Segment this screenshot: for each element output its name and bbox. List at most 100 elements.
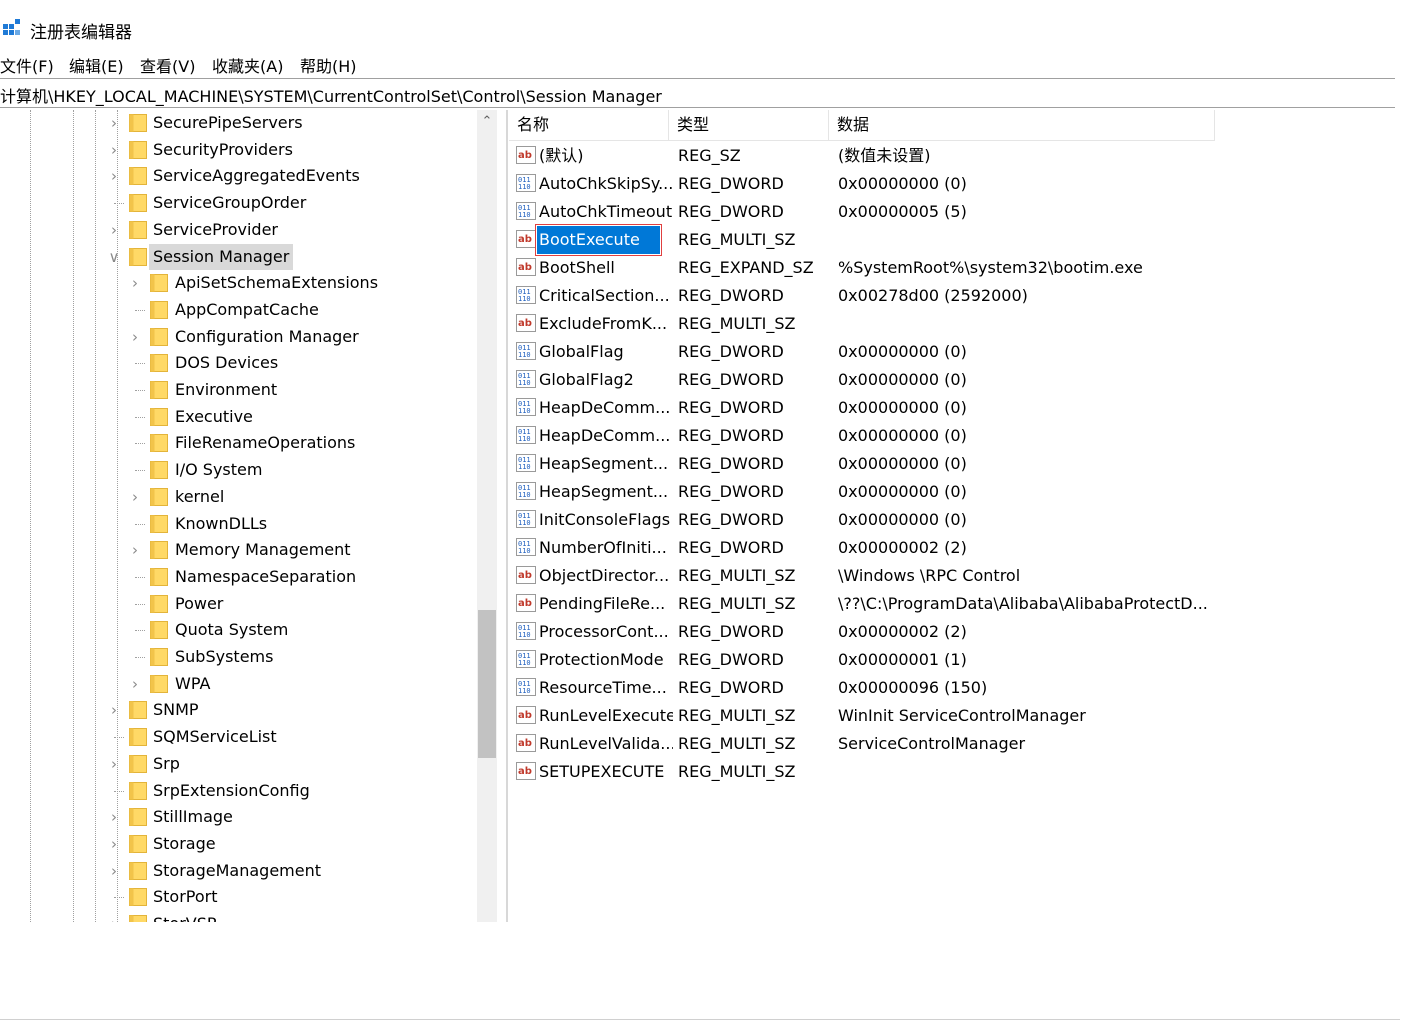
tree-item[interactable]: Environment [0,377,478,403]
menu-file[interactable]: 文件(F) [0,53,54,77]
menu-edit[interactable]: 编辑(E) [69,53,124,77]
tree-item-label[interactable]: Session Manager [149,243,294,270]
chevron-right-icon[interactable]: › [107,110,121,136]
tree-item[interactable]: SQMServiceList [0,724,478,750]
chevron-right-icon[interactable]: › [128,537,142,563]
list-row[interactable]: ab PendingFileRe... REG_MULTI_SZ \??\C:\Pro… [509,590,1395,618]
menu-view[interactable]: 查看(V) [140,53,195,77]
tree-item[interactable]: KnownDLLs [0,511,478,537]
list-row[interactable]: 011 110 InitConsoleFlags REG_DWORD 0x0000000… [509,506,1395,534]
list-row[interactable]: ab ExcludeFromK... REG_MULTI_SZ [509,310,1395,338]
list-row[interactable]: ab BootExecute REG_MULTI_SZ [509,224,1395,256]
chevron-right-icon[interactable]: › [107,697,121,723]
list-row[interactable]: ab ObjectDirector... REG_MULTI_SZ \Windows … [509,562,1395,590]
list-row[interactable]: 011 110 CriticalSection... REG_DWORD 0x00278… [509,282,1395,310]
tree-item[interactable]: › ServiceProvider [0,217,478,243]
tree-item[interactable]: ServiceGroupOrder [0,190,478,216]
chevron-right-icon[interactable]: › [107,751,121,777]
list-row[interactable]: 011 110 GlobalFlag2 REG_DWORD 0x00000000 (0) [509,366,1395,394]
tree-item-label[interactable]: ApiSetSchemaExtensions [171,270,382,296]
tree-item-label[interactable]: SNMP [149,697,203,723]
column-name[interactable]: 名称 [509,110,669,140]
list-row[interactable]: ab BootShell REG_EXPAND_SZ %SystemRoot%\sys… [509,254,1395,282]
tree-item-label[interactable]: ServiceGroupOrder [149,190,310,216]
tree-item-label[interactable]: Power [171,591,227,617]
tree-item-label[interactable]: Memory Management [171,537,355,563]
tree-item[interactable]: › Storage [0,831,478,857]
list-row[interactable]: ab (默认) REG_SZ (数值未设置) [509,142,1395,170]
list-row[interactable]: ab SETUPEXECUTE REG_MULTI_SZ [509,758,1395,786]
pane-splitter[interactable] [506,110,508,922]
menu-favorites[interactable]: 收藏夹(A) [212,53,283,77]
chevron-right-icon[interactable]: › [107,217,121,243]
key-tree[interactable]: › SecurePipeServers › SecurityProviders › Ser… [0,110,478,922]
tree-item[interactable]: › SecurePipeServers [0,110,478,136]
address-bar[interactable]: 计算机\HKEY_LOCAL_MACHINE\SYSTEM\CurrentCon… [0,78,1395,108]
tree-item[interactable]: SubSystems [0,644,478,670]
list-row[interactable]: 011 110 AutoChkTimeout REG_DWORD 0x00000005 … [509,198,1395,226]
chevron-right-icon[interactable]: › [107,163,121,189]
list-row[interactable]: 011 110 HeapDeComm... REG_DWORD 0x00000000 (… [509,394,1395,422]
tree-item[interactable]: › StillImage [0,804,478,830]
chevron-right-icon[interactable]: › [107,804,121,830]
list-row[interactable]: 011 110 ProcessorCont... REG_DWORD 0x0000000… [509,618,1395,646]
tree-item[interactable]: › Srp [0,751,478,777]
column-data[interactable]: 数据 [829,110,1215,140]
tree-item[interactable]: AppCompatCache [0,297,478,323]
list-row[interactable]: ab RunLevelExecute REG_MULTI_SZ WinInit Ser… [509,702,1395,730]
address-path[interactable]: 计算机\HKEY_LOCAL_MACHINE\SYSTEM\CurrentCon… [0,83,662,107]
chevron-right-icon[interactable]: › [107,137,121,163]
tree-item-label[interactable]: NamespaceSeparation [171,564,360,590]
tree-item-label[interactable]: StorPort [149,884,222,910]
tree-item[interactable]: I/O System [0,457,478,483]
tree-item[interactable]: › kernel [0,484,478,510]
chevron-right-icon[interactable]: › [128,671,142,697]
tree-item-label[interactable]: kernel [171,484,228,510]
list-row[interactable]: 011 110 HeapDeComm... REG_DWORD 0x00000000 (… [509,422,1395,450]
chevron-right-icon[interactable]: › [107,858,121,884]
chevron-down-icon[interactable]: ∨ [107,244,121,270]
tree-item[interactable]: Power [0,591,478,617]
list-row[interactable]: 011 110 NumberOfIniti... REG_DWORD 0x0000000… [509,534,1395,562]
tree-item[interactable]: › SNMP [0,697,478,723]
tree-item[interactable]: Quota System [0,617,478,643]
tree-item[interactable]: › StorageManagement [0,858,478,884]
chevron-right-icon[interactable]: › [107,831,121,857]
tree-item-label[interactable]: SecurityProviders [149,137,297,163]
tree-scrollbar[interactable]: ⌃ [477,110,497,922]
list-row[interactable]: 011 110 GlobalFlag REG_DWORD 0x00000000 (0) [509,338,1395,366]
tree-item-label[interactable]: StorVSP [149,911,221,922]
list-row[interactable]: 011 110 HeapSegment... REG_DWORD 0x00000000 … [509,450,1395,478]
tree-item[interactable]: › ApiSetSchemaExtensions [0,270,478,296]
tree-item-label[interactable]: SubSystems [171,644,277,670]
list-row[interactable]: 011 110 AutoChkSkipSy... REG_DWORD 0x0000000… [509,170,1395,198]
tree-item-label[interactable]: Executive [171,404,257,430]
list-row[interactable]: 011 110 HeapSegment... REG_DWORD 0x00000000 … [509,478,1395,506]
list-row[interactable]: 011 110 ResourceTime... REG_DWORD 0x00000096… [509,674,1395,702]
tree-item[interactable]: StorPort [0,884,478,910]
tree-item-label[interactable]: Quota System [171,617,292,643]
list-row[interactable]: ab RunLevelValida... REG_MULTI_SZ ServiceCo… [509,730,1395,758]
chevron-right-icon[interactable]: › [128,324,142,350]
tree-item-label[interactable]: StillImage [149,804,237,830]
tree-item-label[interactable]: FileRenameOperations [171,430,359,456]
tree-item-label[interactable]: AppCompatCache [171,297,323,323]
tree-item[interactable]: › StorVSP [0,911,478,922]
tree-item[interactable]: › WPA [0,671,478,697]
tree-item-label[interactable]: SrpExtensionConfig [149,778,314,804]
tree-item[interactable]: DOS Devices [0,350,478,376]
tree-item-label[interactable]: DOS Devices [171,350,282,376]
tree-item[interactable]: NamespaceSeparation [0,564,478,590]
chevron-right-icon[interactable]: › [107,911,121,922]
column-type[interactable]: 类型 [669,110,829,140]
tree-item[interactable]: ∨ Session Manager [0,243,478,270]
tree-item-label[interactable]: SQMServiceList [149,724,281,750]
list-row[interactable]: 011 110 ProtectionMode REG_DWORD 0x00000001 … [509,646,1395,674]
scrollbar-thumb[interactable] [478,610,496,758]
tree-item-label[interactable]: ServiceProvider [149,217,282,243]
tree-item-label[interactable]: KnownDLLs [171,511,271,537]
tree-item[interactable]: › Configuration Manager [0,324,478,350]
tree-item-label[interactable]: Storage [149,831,220,857]
tree-item-label[interactable]: Configuration Manager [171,324,363,350]
tree-item-label[interactable]: I/O System [171,457,266,483]
